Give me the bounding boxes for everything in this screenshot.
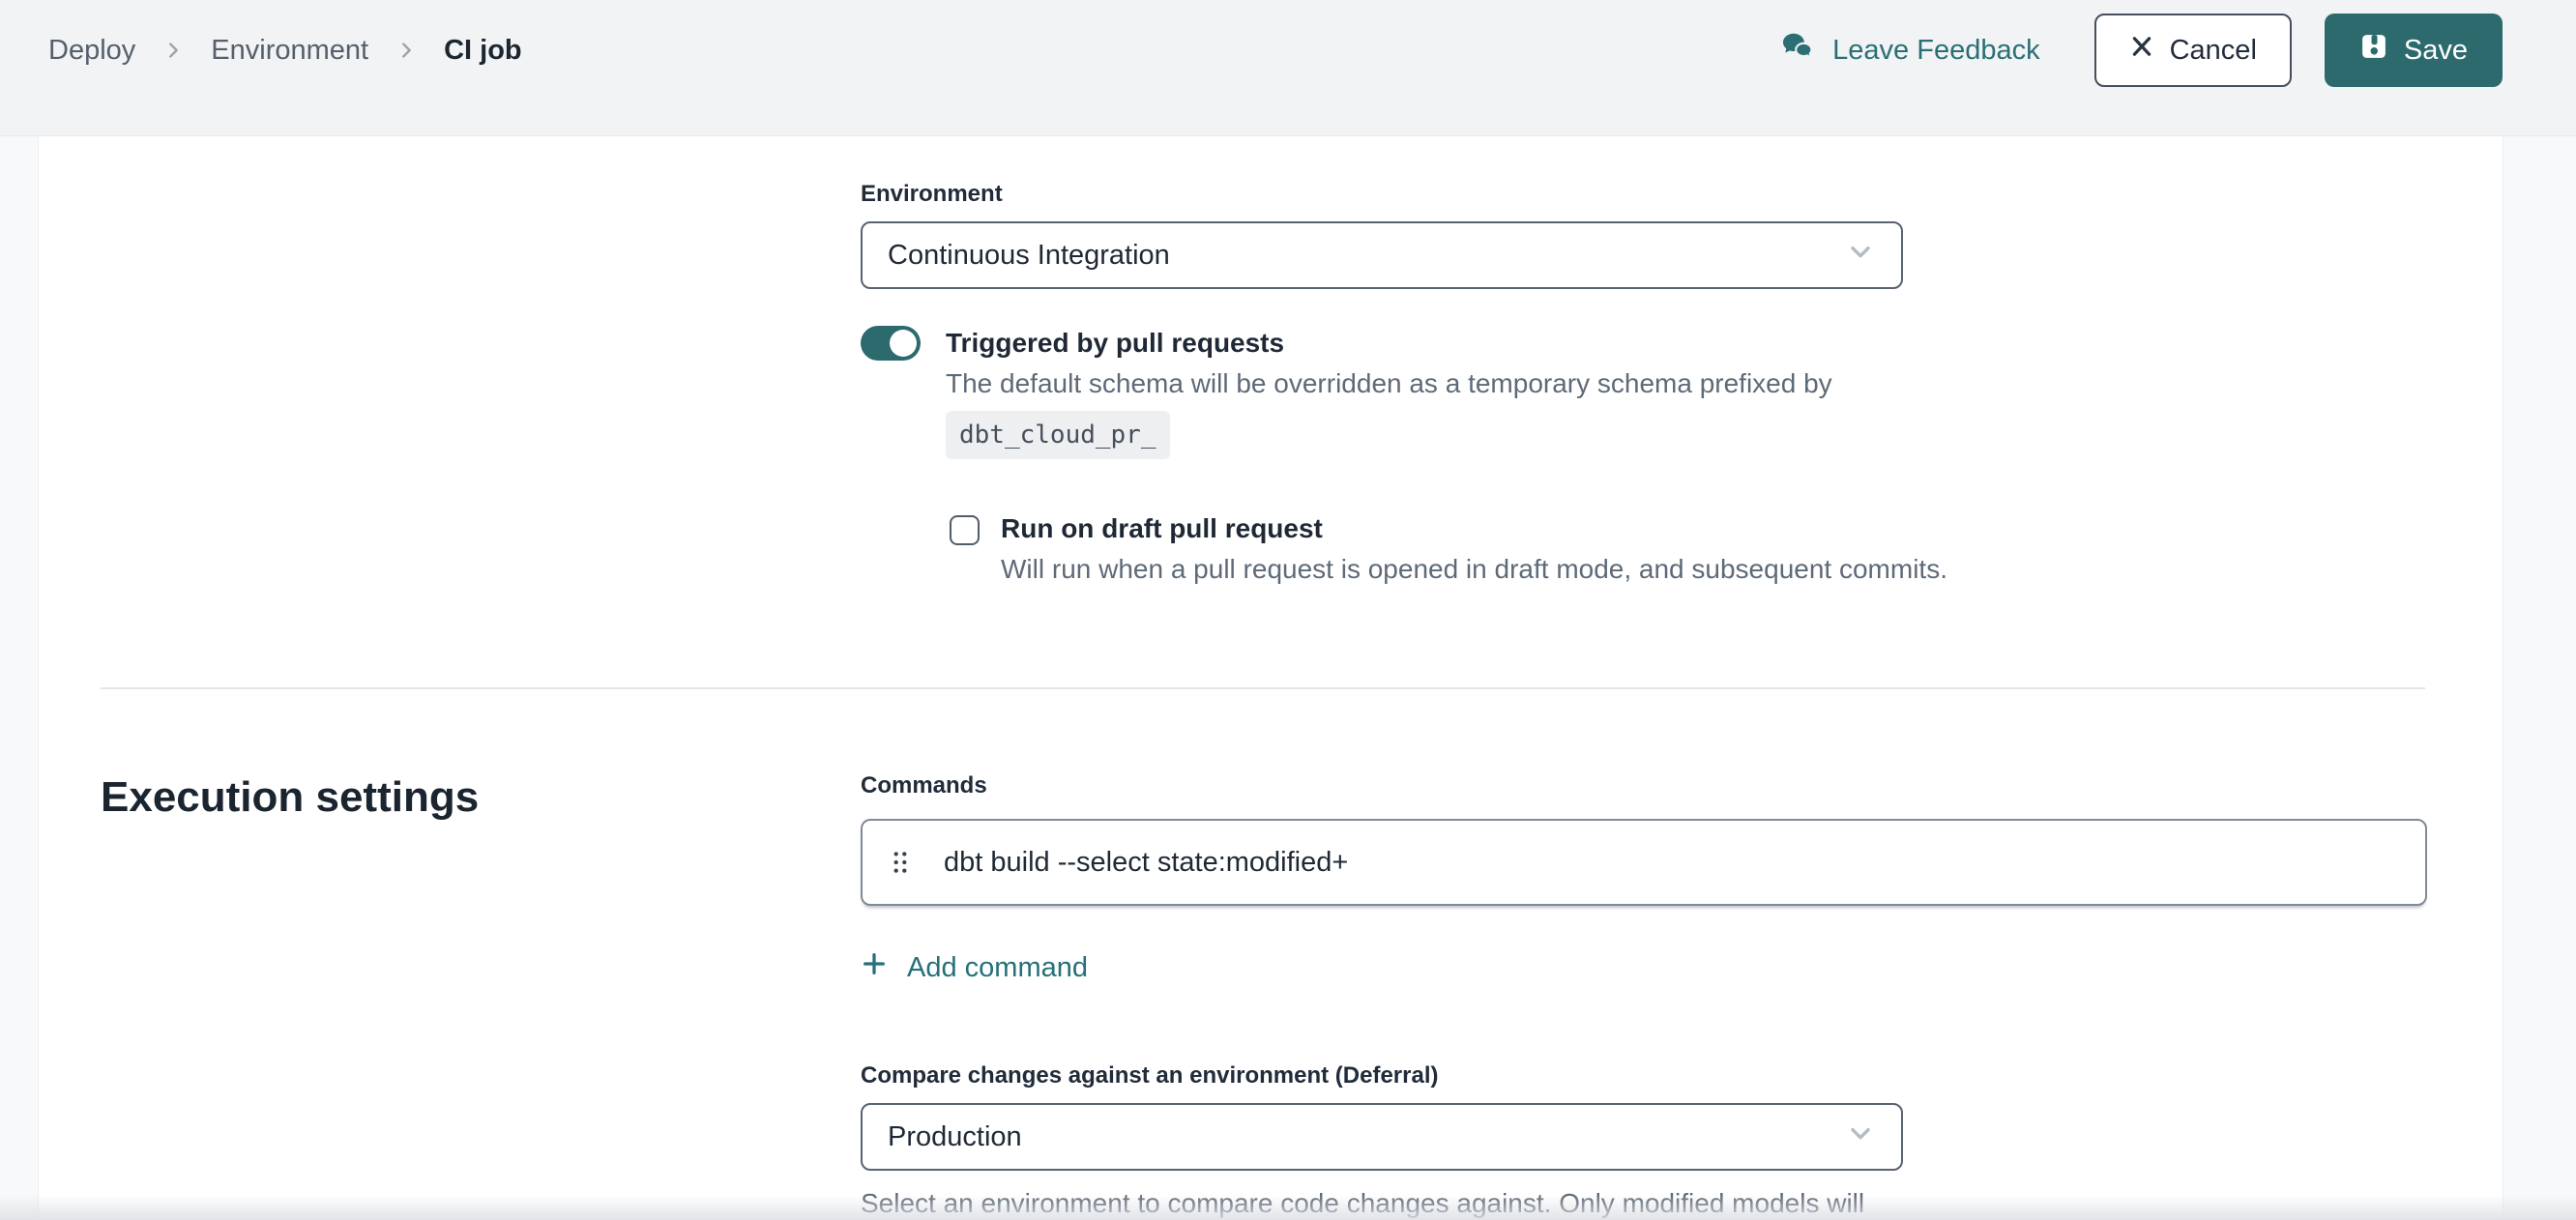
- add-command-label: Add command: [907, 952, 1088, 984]
- chevron-down-icon: [1845, 236, 1876, 275]
- command-row[interactable]: dbt build --select state:modified+: [861, 819, 2427, 906]
- triggers-section: Environment Continuous Integration Trigg…: [39, 136, 2503, 589]
- commands-label: Commands: [861, 772, 2503, 799]
- deferral-help-text: Select an environment to compare code ch…: [861, 1184, 1900, 1220]
- triggered-by-pr-label: Triggered by pull requests: [946, 326, 1832, 361]
- triggered-by-pr-row: Triggered by pull requests The default s…: [861, 326, 2503, 459]
- close-icon: [2129, 34, 2154, 67]
- triggered-by-pr-description: The default schema will be overridden as…: [946, 364, 1832, 459]
- execution-settings-section: Execution settings Commands dbt build --…: [39, 689, 2503, 1220]
- run-on-draft-description: Will run when a pull request is opened i…: [1001, 550, 1947, 589]
- schema-prefix-chip: dbt_cloud_pr_: [946, 411, 1170, 459]
- right-gutter: [2503, 136, 2576, 1220]
- triggered-by-pr-description-text: The default schema will be overridden as…: [946, 368, 1832, 398]
- deferral-select-value: Production: [888, 1121, 1022, 1153]
- chat-bubbles-icon: [1780, 29, 1815, 72]
- environment-label: Environment: [861, 181, 2503, 208]
- run-on-draft-row: Run on draft pull request Will run when …: [950, 511, 2503, 589]
- cancel-button[interactable]: Cancel: [2094, 14, 2292, 87]
- breadcrumb-deploy[interactable]: Deploy: [48, 35, 135, 67]
- run-on-draft-label: Run on draft pull request: [1001, 511, 1947, 546]
- top-action-bar: Deploy Environment CI job Leave Feedback…: [0, 0, 2576, 136]
- save-button[interactable]: Save: [2325, 14, 2503, 87]
- save-button-label: Save: [2404, 35, 2468, 67]
- cancel-button-label: Cancel: [2170, 35, 2257, 67]
- breadcrumb-environment[interactable]: Environment: [211, 35, 368, 67]
- breadcrumb: Deploy Environment CI job: [48, 35, 522, 67]
- deferral-label: Compare changes against an environment (…: [861, 1062, 2503, 1089]
- leave-feedback-link[interactable]: Leave Feedback: [1780, 29, 2039, 72]
- topbar-actions: Leave Feedback Cancel Save: [1780, 14, 2503, 87]
- plus-icon: [861, 950, 888, 985]
- toggle-knob: [890, 330, 917, 357]
- chevron-right-icon: [162, 40, 184, 61]
- save-icon: [2359, 32, 2388, 69]
- settings-card: Environment Continuous Integration Trigg…: [39, 136, 2503, 1220]
- triggered-by-pr-toggle[interactable]: [861, 326, 921, 361]
- chevron-down-icon: [1845, 1118, 1876, 1156]
- left-gutter: [0, 136, 39, 1220]
- page-body: Environment Continuous Integration Trigg…: [0, 136, 2576, 1220]
- chevron-right-icon: [395, 40, 417, 61]
- environment-select-value: Continuous Integration: [888, 240, 1170, 272]
- breadcrumb-ci-job: CI job: [444, 35, 522, 67]
- triggered-by-pr-text: Triggered by pull requests The default s…: [946, 326, 1832, 459]
- drag-handle-icon[interactable]: [892, 849, 909, 876]
- execution-settings-fields: Commands dbt build --select state:modifi…: [861, 772, 2503, 1220]
- leave-feedback-label: Leave Feedback: [1832, 35, 2039, 67]
- deferral-select[interactable]: Production: [861, 1103, 1903, 1171]
- run-on-draft-text: Run on draft pull request Will run when …: [1001, 511, 1947, 589]
- environment-select[interactable]: Continuous Integration: [861, 221, 1903, 289]
- run-on-draft-checkbox[interactable]: [950, 515, 980, 545]
- command-input-value[interactable]: dbt build --select state:modified+: [944, 847, 1348, 879]
- execution-settings-title: Execution settings: [101, 772, 861, 1220]
- add-command-button[interactable]: Add command: [861, 950, 1088, 985]
